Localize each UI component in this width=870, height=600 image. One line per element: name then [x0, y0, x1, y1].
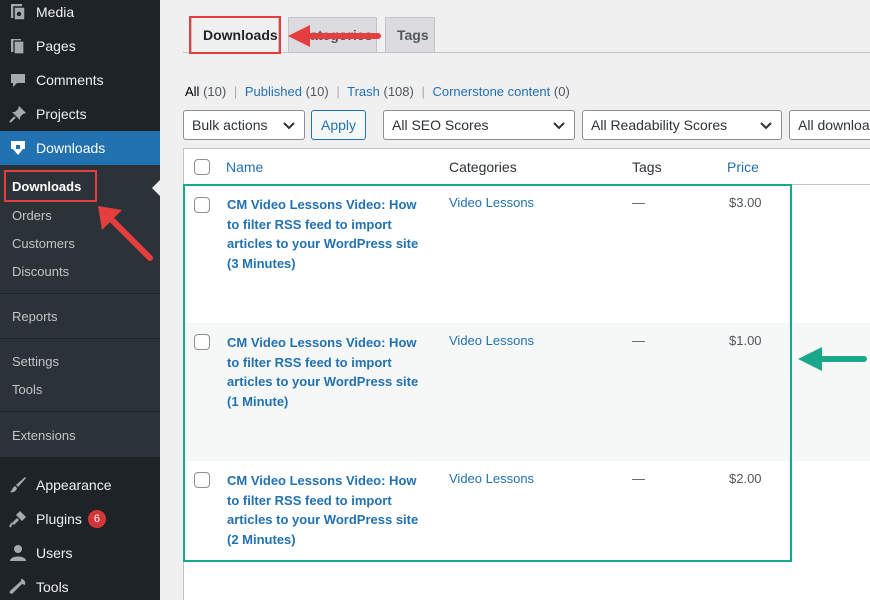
current-submenu-highlight [4, 170, 97, 202]
menu-item-pages[interactable]: Pages [0, 29, 160, 63]
pages-icon [8, 36, 28, 56]
active-tab-highlight [189, 16, 281, 54]
download-category-value: All download categories [798, 117, 870, 133]
menu-label: Pages [36, 38, 76, 54]
menu-item-downloads[interactable]: Downloads [0, 131, 160, 165]
seo-score-filter[interactable]: All SEO Scores [383, 110, 575, 140]
filter-trash[interactable]: Trash [347, 84, 380, 99]
download-category-filter[interactable]: All download categories [789, 110, 870, 140]
submenu-separator [0, 293, 160, 294]
filter-separator: | [421, 84, 425, 99]
menu-item-users[interactable]: Users [0, 536, 160, 570]
select-all-checkbox[interactable] [194, 159, 210, 175]
apply-button[interactable]: Apply [311, 110, 366, 140]
menu-label: Downloads [36, 140, 106, 156]
menu-label: Comments [36, 72, 104, 88]
filter-separator: | [233, 84, 238, 99]
current-menu-notch [152, 180, 160, 196]
filter-trash-count: (108) [383, 84, 414, 99]
submenu-item-reports[interactable]: Reports [12, 309, 58, 324]
filter-published-count: (10) [305, 84, 329, 99]
submenu-separator [0, 338, 160, 339]
readability-filter[interactable]: All Readability Scores [582, 110, 782, 140]
chevron-down-icon [283, 122, 295, 130]
annotation-arrow-rows [798, 347, 867, 371]
menu-label: Media [36, 4, 75, 20]
column-price[interactable]: Price [727, 159, 759, 175]
menu-label: Plugins [36, 511, 82, 527]
chevron-down-icon [553, 122, 565, 130]
menu-label: Appearance [36, 477, 112, 493]
readability-value: All Readability Scores [591, 117, 728, 133]
user-icon [8, 543, 28, 563]
menu-item-media[interactable]: Media [0, 0, 160, 29]
admin-sidebar: Media Pages Comments Projects Downloads … [0, 0, 160, 600]
bulk-actions-select[interactable]: Bulk actions [183, 110, 305, 140]
menu-item-projects[interactable]: Projects [0, 97, 160, 131]
filter-cornerstone[interactable]: Cornerstone content [432, 84, 550, 99]
rows-highlight-box [183, 184, 792, 562]
menu-label: Tools [36, 579, 69, 595]
submenu-item-tools[interactable]: Tools [12, 382, 42, 397]
media-icon [8, 2, 28, 22]
brush-icon [8, 475, 28, 495]
plugin-icon [8, 509, 28, 529]
menu-item-comments[interactable]: Comments [0, 63, 160, 97]
submenu-item-customers[interactable]: Customers [12, 236, 75, 251]
filter-separator: | [336, 84, 340, 99]
seo-score-value: All SEO Scores [392, 117, 489, 133]
menu-item-appearance[interactable]: Appearance [0, 468, 160, 502]
status-filters: All (10) | Published (10) | Trash (108) … [185, 84, 570, 99]
chevron-down-icon [760, 122, 772, 130]
plugin-update-badge: 6 [87, 510, 106, 528]
menu-item-tools[interactable]: Tools [0, 570, 160, 600]
filter-published[interactable]: Published [245, 84, 302, 99]
download-icon [8, 138, 28, 158]
menu-label: Projects [36, 106, 87, 122]
filter-cornerstone-count: (0) [553, 84, 570, 99]
tab-tags[interactable]: Tags [385, 17, 435, 53]
submenu-item-extensions[interactable]: Extensions [12, 428, 76, 443]
filter-all-count: (10) [203, 84, 227, 99]
comments-icon [8, 70, 28, 90]
submenu-item-orders[interactable]: Orders [12, 208, 52, 223]
menu-label: Users [36, 545, 73, 561]
submenu-item-discounts[interactable]: Discounts [12, 264, 69, 279]
bulk-actions-value: Bulk actions [192, 117, 268, 133]
wrench-icon [8, 577, 28, 597]
column-tags: Tags [632, 159, 662, 175]
filter-all[interactable]: All [185, 84, 199, 99]
table-header: Name Categories Tags Price [184, 149, 870, 185]
tab-bar-baseline [183, 52, 870, 53]
column-categories: Categories [449, 159, 517, 175]
submenu-separator [0, 411, 160, 412]
column-name[interactable]: Name [226, 159, 263, 175]
submenu-item-settings[interactable]: Settings [12, 354, 59, 369]
annotation-arrow-sidebar [98, 206, 153, 261]
pin-icon [8, 104, 28, 124]
annotation-arrow-tabs [288, 25, 381, 47]
menu-item-plugins[interactable]: Plugins 6 [0, 502, 160, 536]
